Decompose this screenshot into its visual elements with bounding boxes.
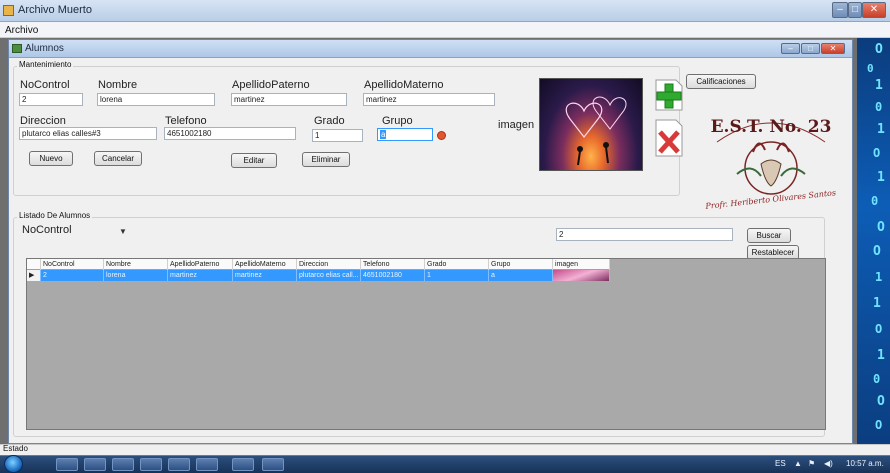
- grupo-value: a: [380, 130, 387, 139]
- taskbar-media-icon[interactable]: [140, 458, 162, 471]
- apellido-materno-field[interactable]: martinez: [363, 93, 495, 106]
- taskbar-app-icon[interactable]: [262, 458, 284, 471]
- tray-flag-icon[interactable]: ⚑: [808, 459, 815, 468]
- buscar-button[interactable]: Buscar: [747, 228, 791, 243]
- minimize-icon[interactable]: –: [832, 2, 848, 18]
- telefono-label: Telefono: [165, 115, 207, 127]
- column-header[interactable]: ApellidoMaterno: [233, 259, 297, 270]
- table-cell[interactable]: martinez: [168, 270, 233, 281]
- direccion-label: Direccion: [20, 115, 66, 127]
- menu-archivo[interactable]: Archivo: [5, 25, 38, 36]
- grupo-label: Grupo: [382, 115, 413, 127]
- add-icon[interactable]: [654, 78, 684, 112]
- column-header[interactable]: imagen: [553, 259, 610, 270]
- start-button[interactable]: [4, 455, 23, 473]
- delete-icon[interactable]: [654, 118, 684, 158]
- student-photo: [539, 78, 643, 171]
- table-cell[interactable]: 2: [41, 270, 104, 281]
- grado-label: Grado: [314, 115, 345, 127]
- column-header[interactable]: ApellidoPaterno: [168, 259, 233, 270]
- school-seal: E.S.T. No. 23 Profr. Heriberto Olivares …: [697, 102, 845, 218]
- table-cell[interactable]: plutarco elias call...: [297, 270, 361, 281]
- direccion-field[interactable]: plutarco elias calles#3: [19, 127, 157, 140]
- seal-text: E.S.T. No. 23: [711, 117, 832, 137]
- column-header[interactable]: Grado: [425, 259, 489, 270]
- status-text: Estado: [3, 444, 28, 453]
- tray-language[interactable]: ES: [775, 459, 786, 468]
- form-icon: [12, 44, 22, 53]
- taskbar-app-icon[interactable]: [168, 458, 190, 471]
- mantenimiento-title: Mantenimiento: [17, 60, 74, 69]
- alumnos-title: Alumnos: [25, 43, 64, 54]
- window-controls: – □ ✕: [832, 2, 886, 18]
- grid-header: NoControl Nombre ApellidoPaterno Apellid…: [27, 259, 610, 270]
- filter-selected: NoControl: [22, 224, 72, 236]
- alumnos-window: Alumnos – □ ✕ Mantenimiento NoControl No…: [8, 39, 853, 444]
- telefono-field[interactable]: 4651002180: [164, 127, 296, 140]
- apellido-materno-label: ApellidoMaterno: [364, 79, 444, 91]
- column-header[interactable]: NoControl: [41, 259, 104, 270]
- cancelar-button[interactable]: Cancelar: [94, 151, 142, 166]
- background-strip: O 0 1 0 1 O 1 0 O O 1 1 O 1 0 O O: [857, 38, 890, 456]
- row-selector-icon[interactable]: ▶: [27, 270, 41, 281]
- inner-close-icon[interactable]: ✕: [821, 43, 845, 54]
- table-row[interactable]: ▶ 2 lorena martinez martinez plutarco el…: [27, 270, 610, 281]
- apellido-paterno-label: ApellidoPaterno: [232, 79, 310, 91]
- listado-title: Listado De Alumnos: [17, 211, 93, 220]
- app-icon: [3, 5, 14, 16]
- nocontrol-label: NoControl: [20, 79, 70, 91]
- table-cell[interactable]: a: [489, 270, 553, 281]
- taskbar-app-icon[interactable]: [112, 458, 134, 471]
- grupo-field[interactable]: a: [377, 128, 433, 141]
- eliminar-button[interactable]: Eliminar: [302, 152, 350, 167]
- taskbar-app-icon[interactable]: [196, 458, 218, 471]
- taskbar-explorer-icon[interactable]: [84, 458, 106, 471]
- column-header[interactable]: Nombre: [104, 259, 168, 270]
- inner-minimize-icon[interactable]: –: [781, 43, 800, 54]
- taskbar-ie-icon[interactable]: [56, 458, 78, 471]
- status-bar: [0, 444, 890, 455]
- maximize-icon[interactable]: □: [848, 2, 862, 18]
- column-header[interactable]: Direccion: [297, 259, 361, 270]
- taskbar-app-icon[interactable]: [232, 458, 254, 471]
- row-header-corner: [27, 259, 41, 270]
- tray-volume-icon[interactable]: ◀): [824, 459, 833, 468]
- table-cell[interactable]: 1: [425, 270, 489, 281]
- table-cell[interactable]: martinez: [233, 270, 297, 281]
- table-cell[interactable]: lorena: [104, 270, 168, 281]
- column-header[interactable]: Grupo: [489, 259, 553, 270]
- inner-maximize-icon[interactable]: □: [801, 43, 820, 54]
- window-titlebar[interactable]: [0, 0, 890, 22]
- window-title: Archivo Muerto: [18, 4, 92, 16]
- alumnos-titlebar[interactable]: [9, 40, 852, 58]
- imagen-label: imagen: [498, 119, 535, 131]
- filter-combobox[interactable]: NoControl ▼: [22, 224, 132, 239]
- calificaciones-button[interactable]: Calificaciones: [686, 74, 756, 89]
- table-cell-image[interactable]: [553, 270, 610, 281]
- nombre-field[interactable]: lorena: [97, 93, 215, 106]
- alumnos-grid[interactable]: NoControl Nombre ApellidoPaterno Apellid…: [26, 258, 826, 430]
- grado-field[interactable]: 1: [312, 129, 363, 142]
- search-field[interactable]: 2: [556, 228, 733, 241]
- tray-clock[interactable]: 10:57 a.m.: [846, 459, 884, 468]
- nombre-label: Nombre: [98, 79, 138, 91]
- column-header[interactable]: Telefono: [361, 259, 425, 270]
- nuevo-button[interactable]: Nuevo: [29, 151, 73, 166]
- inner-window-controls: – □ ✕: [781, 43, 847, 55]
- seal-signature: Profr. Heriberto Olivares Santos: [704, 188, 836, 211]
- editar-button[interactable]: Editar: [231, 153, 277, 168]
- table-cell[interactable]: 4651002180: [361, 270, 425, 281]
- error-icon: [437, 131, 446, 140]
- menu-bar: [0, 22, 890, 38]
- tray-arrow-icon[interactable]: ▲: [794, 459, 802, 468]
- close-icon[interactable]: ✕: [862, 2, 886, 18]
- chevron-down-icon: ▼: [119, 227, 127, 236]
- nocontrol-field[interactable]: 2: [19, 93, 83, 106]
- apellido-paterno-field[interactable]: martinez: [231, 93, 347, 106]
